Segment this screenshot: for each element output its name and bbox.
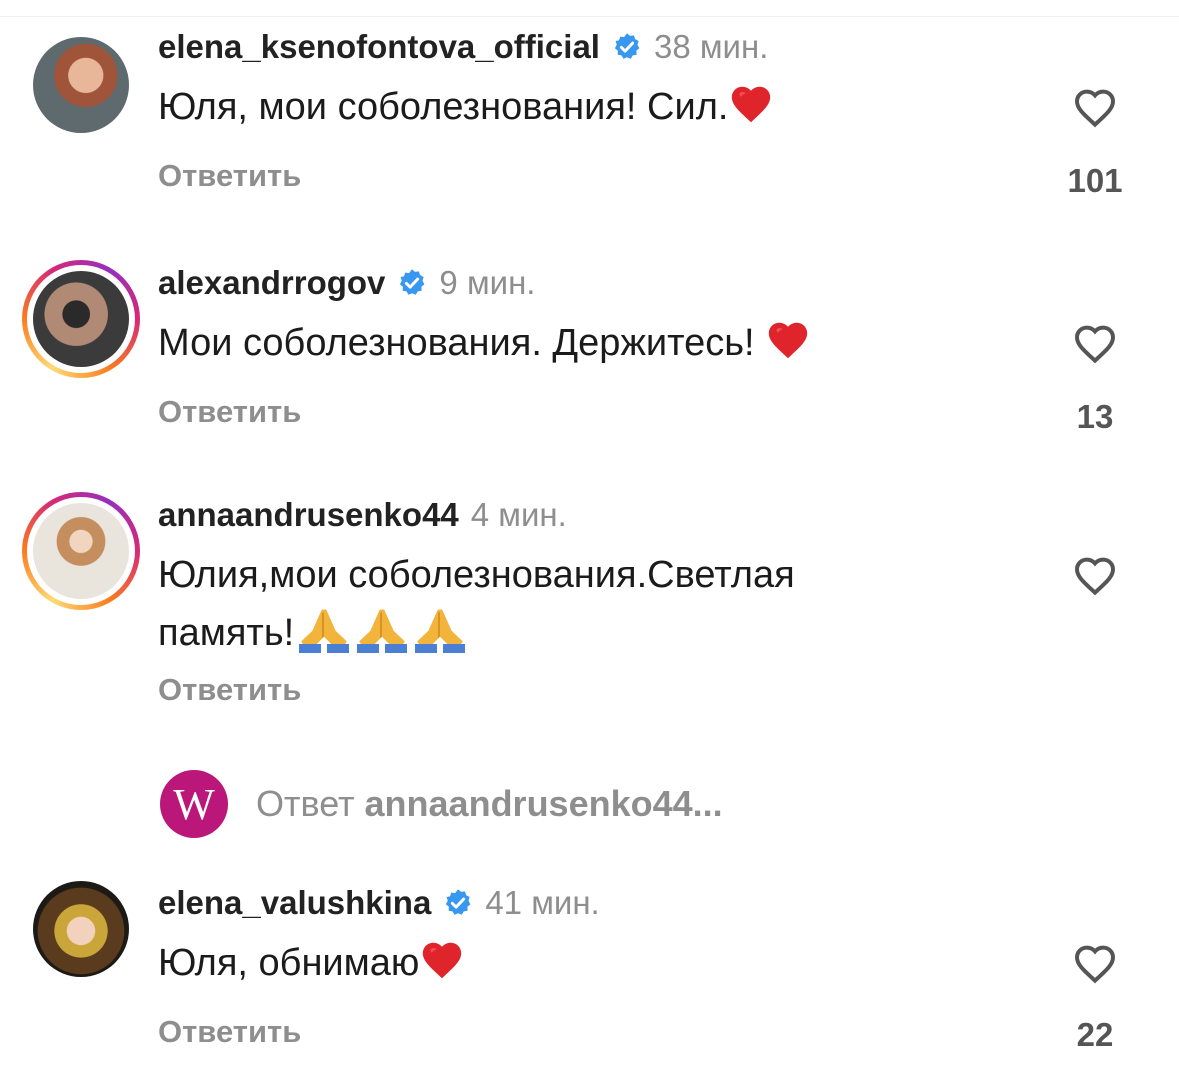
like-count: 13 [1076, 398, 1114, 435]
comment-time: 38 мин. [653, 28, 769, 65]
comment-text: Мои соболезнования. Держитесь! [158, 322, 766, 364]
comment-text-row: Юля, мои соболезнования! Сил. [158, 78, 1018, 136]
avatar-image [33, 881, 129, 977]
comment-username[interactable]: annaandrusenko44 [158, 496, 459, 534]
reply-button[interactable]: Ответить [158, 1014, 301, 1050]
like-count: 22 [1076, 1016, 1114, 1053]
avatar-image [33, 271, 129, 367]
comment-username[interactable]: elena_ksenofontova_official [158, 28, 600, 66]
reply-username: annaandrusenko44... [364, 783, 723, 824]
comment-username[interactable]: elena_valushkina [158, 884, 431, 922]
top-divider [0, 16, 1179, 17]
red-heart-emoji-icon [768, 322, 808, 359]
heart-like-icon[interactable] [1071, 940, 1119, 984]
comment-text-row: Юлия,мои соболезнования.Светлая память! [158, 546, 1018, 662]
reply-button[interactable]: Ответить [158, 672, 301, 708]
red-heart-emoji-icon [423, 942, 462, 979]
heart-like-icon[interactable] [1071, 84, 1119, 128]
comment-text: память! [158, 612, 295, 654]
avatar-story-ring[interactable] [22, 260, 140, 378]
comment-text: Юлия,мои соболезнования.Светлая [158, 554, 795, 596]
comment-time: 4 мин. [470, 496, 567, 533]
comment-username[interactable]: alexandrrogov [158, 264, 385, 302]
reply-button[interactable]: Ответить [158, 394, 301, 430]
verified-badge-icon [446, 889, 471, 915]
avatar-letter: W [173, 779, 215, 829]
comment-text-row: Юля, обнимаю [158, 934, 1018, 992]
verified-badge-icon [614, 33, 640, 59]
verified-badge-icon [400, 269, 425, 295]
red-heart-emoji-icon [732, 86, 771, 123]
avatar-image [33, 503, 129, 599]
folded-hands-emoji-icon [357, 609, 408, 653]
comment-text-line2: память! [158, 604, 1018, 662]
folded-hands-emoji-icon [299, 609, 350, 653]
comment-time: 41 мин. [485, 884, 600, 921]
avatar-image [33, 37, 129, 133]
avatar[interactable] [22, 870, 140, 988]
reply-button[interactable]: Ответить [158, 158, 301, 194]
avatar[interactable] [22, 26, 140, 144]
comment-text: Юля, обнимаю [158, 942, 420, 984]
view-replies-link[interactable]: W Ответ annaandrusenko44... [160, 770, 723, 838]
folded-hands-emoji-icon [415, 609, 466, 653]
comment-text: Юля, мои соболезнования! Сил. [158, 86, 729, 128]
reply-prefix: Ответ [256, 783, 355, 824]
comment-text-row: Мои соболезнования. Держитесь! [158, 314, 1018, 372]
avatar[interactable]: W [160, 770, 228, 838]
heart-like-icon[interactable] [1071, 552, 1119, 596]
heart-like-icon[interactable] [1071, 320, 1119, 364]
avatar-story-ring[interactable] [22, 492, 140, 610]
comment-time: 9 мин. [439, 264, 536, 301]
like-count: 101 [1067, 162, 1123, 199]
